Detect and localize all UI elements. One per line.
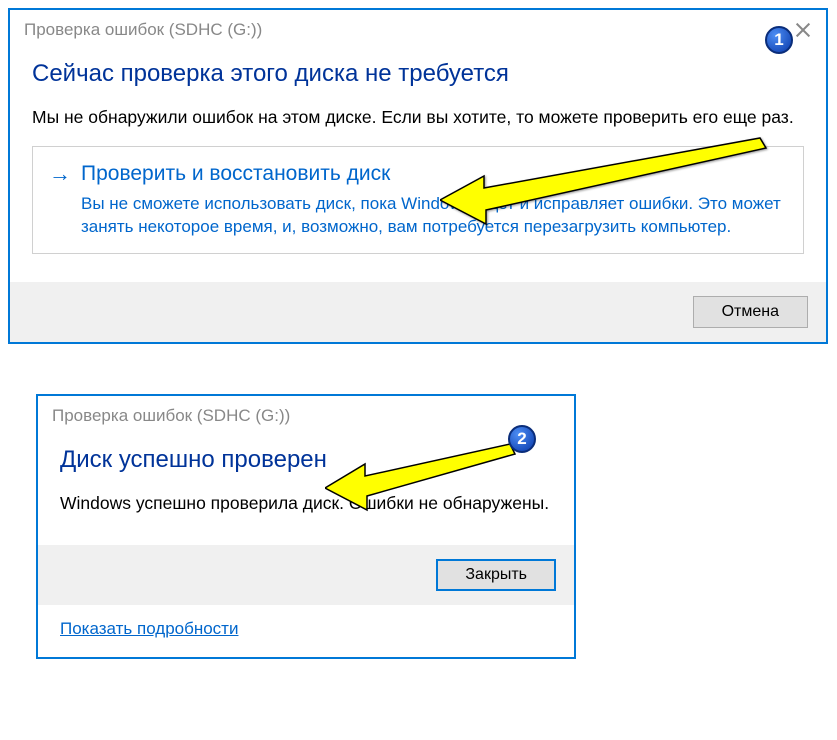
window-title: Проверка ошибок (SDHC (G:)) — [52, 406, 290, 426]
dialog-footer: Закрыть — [38, 545, 574, 605]
titlebar: Проверка ошибок (SDHC (G:)) — [10, 10, 826, 50]
action-description: Вы не сможете использовать диск, пока Wi… — [81, 193, 787, 239]
dialog-content: Сейчас проверка этого диска не требуется… — [10, 50, 826, 268]
action-title-text: Проверить и восстановить диск — [81, 162, 390, 186]
dialog-content: Диск успешно проверен Windows успешно пр… — [38, 436, 574, 546]
action-title-row: → Проверить и восстановить диск — [49, 161, 787, 187]
link-bar: Показать подробности — [38, 605, 574, 657]
scan-repair-action[interactable]: → Проверить и восстановить диск Вы не см… — [32, 146, 804, 254]
error-check-dialog-2: Проверка ошибок (SDHC (G:)) Диск успешно… — [36, 394, 576, 660]
dialog-body-text: Windows успешно проверила диск. Ошибки н… — [60, 492, 552, 516]
show-details-link[interactable]: Показать подробности — [60, 619, 238, 638]
dialog-body-text: Мы не обнаружили ошибок на этом диске. Е… — [32, 106, 804, 130]
close-icon[interactable] — [794, 21, 812, 39]
arrow-right-icon: → — [49, 161, 71, 187]
error-check-dialog-1: Проверка ошибок (SDHC (G:)) Сейчас прове… — [8, 8, 828, 344]
window-title: Проверка ошибок (SDHC (G:)) — [24, 20, 262, 40]
cancel-button[interactable]: Отмена — [693, 296, 808, 328]
titlebar: Проверка ошибок (SDHC (G:)) — [38, 396, 574, 436]
close-button[interactable]: Закрыть — [436, 559, 556, 591]
dialog-heading: Сейчас проверка этого диска не требуется — [32, 60, 804, 88]
annotation-badge-2: 2 — [508, 425, 536, 453]
dialog-heading: Диск успешно проверен — [60, 446, 552, 474]
dialog-footer: Отмена — [10, 282, 826, 342]
annotation-badge-1: 1 — [765, 26, 793, 54]
